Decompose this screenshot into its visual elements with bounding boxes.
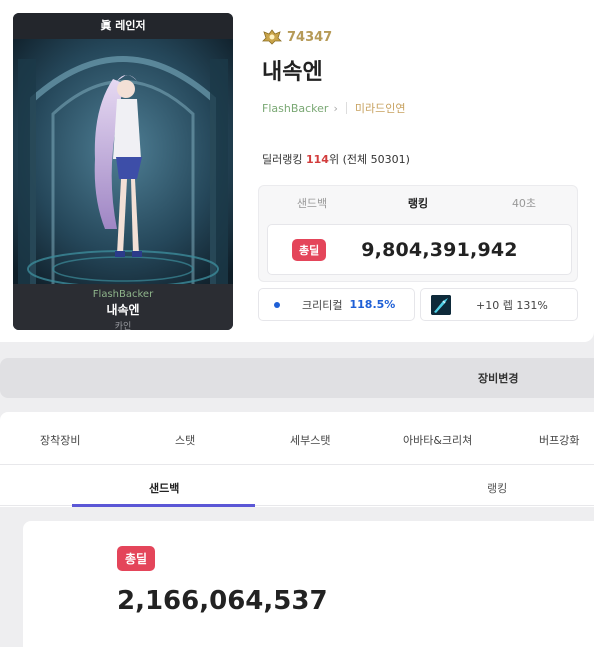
buff-text: +10 렙 131% bbox=[476, 298, 548, 312]
rank-prefix: 딜러랭킹 bbox=[262, 153, 306, 166]
tab-avatar-creature[interactable]: 아바타&크리쳐 bbox=[403, 432, 472, 448]
total-damage-badge: 총딜 bbox=[292, 238, 327, 261]
job-title: 眞 레인저 bbox=[13, 13, 233, 39]
subtab-ranking[interactable]: 랭킹 bbox=[487, 480, 507, 496]
character-artwork bbox=[13, 39, 233, 284]
tab-detail-stats[interactable]: 세부스탯 bbox=[290, 432, 330, 448]
equipment-change-bar[interactable]: 장비변경 bbox=[0, 358, 594, 398]
fame-crest-icon bbox=[262, 29, 282, 45]
total-damage-value: 9,804,391,942 bbox=[361, 238, 518, 261]
critical-chip: 크리티컬 118.5% bbox=[258, 288, 415, 321]
tab-ranking[interactable]: 랭킹 bbox=[365, 195, 471, 211]
critical-value: 118.5% bbox=[349, 298, 396, 311]
tab-40sec[interactable]: 40초 bbox=[471, 195, 577, 211]
character-name: 내속엔 bbox=[262, 60, 323, 85]
adventure-name: FlashBacker bbox=[92, 289, 154, 300]
dealer-rank: 딜러랭킹 114위 (전체 50301) bbox=[262, 151, 410, 167]
sandbag-result-card: 총딜 2,166,064,537 bbox=[23, 521, 594, 647]
main-tabs: 장착장비 스탯 세부스탯 아바타&크리쳐 버프강화 bbox=[0, 412, 594, 465]
subtab-sandbag[interactable]: 샌드백 bbox=[149, 480, 179, 496]
equipment-change-label: 장비변경 bbox=[478, 372, 519, 385]
tab-sandbag[interactable]: 샌드백 bbox=[259, 195, 365, 211]
chevron-right-icon: › bbox=[333, 101, 338, 115]
guild-row: FlashBacker › 미라드인연 bbox=[262, 100, 405, 116]
character-portrait[interactable]: 眞 레인저 FlashBacker 내속엔 카인 bbox=[13, 13, 233, 330]
tab-equipped-gear[interactable]: 장착장비 bbox=[40, 432, 80, 448]
result-damage-value: 2,166,064,537 bbox=[117, 586, 328, 616]
character-summary-card: 眞 레인저 FlashBacker 내속엔 카인 74347 내속엔 Flash… bbox=[0, 0, 594, 342]
tab-stats[interactable]: 스탯 bbox=[175, 432, 195, 448]
divider bbox=[345, 102, 347, 114]
portrait-character-name: 내속엔 bbox=[106, 303, 140, 317]
ranking-box: 샌드백 랭킹 40초 총딜 9,804,391,942 bbox=[258, 185, 578, 282]
rank-number: 114 bbox=[305, 153, 329, 166]
dot-icon bbox=[274, 301, 280, 308]
sub-tabs: 샌드백 랭킹 bbox=[0, 466, 594, 507]
adventure-link[interactable]: FlashBacker bbox=[262, 102, 328, 115]
fame-value: 74347 bbox=[287, 29, 333, 45]
fame-row: 74347 bbox=[262, 29, 332, 45]
critical-label: 크리티컬 bbox=[302, 298, 343, 312]
guild-link[interactable]: 미라드인연 bbox=[355, 100, 406, 116]
server-name: 카인 bbox=[114, 322, 132, 330]
rank-suffix: 위 (전체 50301) bbox=[328, 153, 410, 166]
buff-chip: +10 렙 131% bbox=[420, 288, 578, 321]
result-total-damage-badge: 총딜 bbox=[117, 546, 156, 571]
tab-buff-enhance[interactable]: 버프강화 bbox=[539, 432, 579, 448]
portrait-footer: FlashBacker 내속엔 카인 bbox=[13, 284, 233, 330]
skill-thumbnail-icon bbox=[431, 294, 451, 315]
damage-display: 총딜 9,804,391,942 bbox=[267, 224, 572, 275]
ranking-tabs: 샌드백 랭킹 40초 bbox=[259, 186, 577, 220]
